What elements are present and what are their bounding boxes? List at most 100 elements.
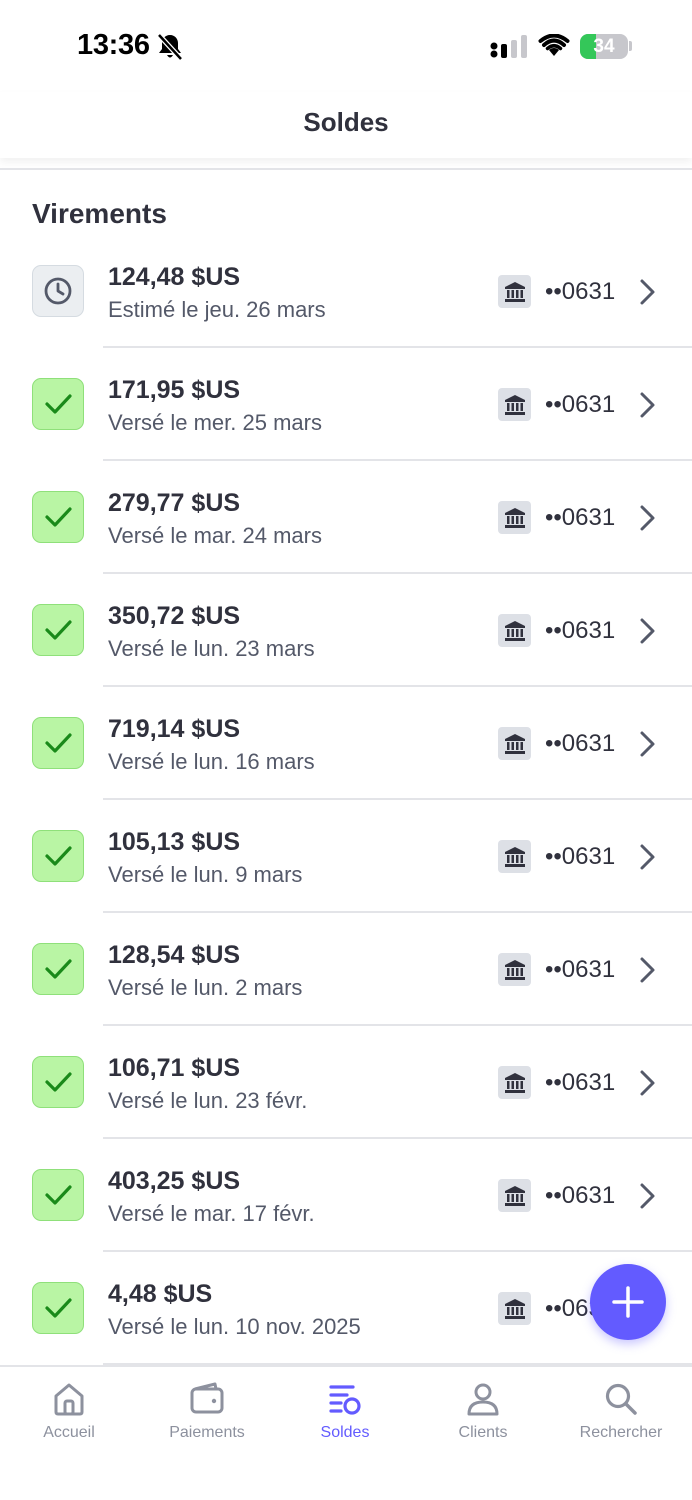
account-number: ••0631 [545, 730, 616, 757]
wallet-icon [190, 1382, 224, 1414]
payout-date: Versé le lun. 23 févr. [108, 1088, 308, 1113]
payout-row[interactable]: 105,13 $US Versé le lun. 9 mars ••0631 [0, 800, 692, 913]
payout-amount: 350,72 $US [108, 602, 241, 630]
chevron-right-icon [640, 392, 655, 418]
check-icon [45, 846, 72, 866]
tab-accueil[interactable]: Accueil [0, 1367, 138, 1457]
payout-date: Versé le mar. 24 mars [108, 523, 322, 548]
tab-paiements[interactable]: Paiements [138, 1367, 276, 1457]
chevron-right-icon [640, 505, 655, 531]
payout-amount: 4,48 $US [108, 1280, 213, 1308]
header-divider [0, 168, 692, 170]
payout-date: Versé le lun. 2 mars [108, 975, 303, 1000]
status-box [32, 717, 84, 769]
payout-date: Versé le lun. 23 mars [108, 636, 315, 661]
payout-amount: 403,25 $US [108, 1167, 241, 1195]
check-icon [45, 620, 72, 640]
chevron-right-icon [640, 731, 655, 757]
bank-icon [498, 614, 531, 647]
wifi-icon [538, 34, 570, 56]
payout-date: Versé le mer. 25 mars [108, 410, 322, 435]
tab-rechercher[interactable]: Rechercher [552, 1367, 690, 1457]
status-box [32, 943, 84, 995]
check-icon [45, 1185, 72, 1205]
payout-amount: 106,71 $US [108, 1054, 241, 1082]
chevron-right-icon [640, 1070, 655, 1096]
payout-row[interactable]: 719,14 $US Versé le lun. 16 mars ••0631 [0, 687, 692, 800]
payout-amount: 171,95 $US [108, 376, 241, 404]
check-icon [45, 507, 72, 527]
payout-amount: 279,77 $US [108, 489, 241, 517]
check-icon [45, 394, 72, 414]
chevron-right-icon [640, 1183, 655, 1209]
person-icon [467, 1383, 499, 1416]
bank-icon [498, 953, 531, 986]
page-title: Soldes [303, 106, 389, 137]
payout-row[interactable]: 171,95 $US Versé le mer. 25 mars ••0631 [0, 348, 692, 461]
status-box [32, 604, 84, 656]
payout-date: Versé le mar. 17 févr. [108, 1201, 315, 1226]
bank-icon [498, 388, 531, 421]
payout-amount: 124,48 $US [108, 263, 241, 291]
battery-cap [629, 41, 632, 51]
chevron-right-icon [640, 844, 655, 870]
chevron-right-icon [640, 957, 655, 983]
battery-percent: 34 [593, 35, 615, 57]
account-number: ••0631 [545, 617, 616, 644]
search-icon [605, 1383, 637, 1415]
tab-label-accueil: Accueil [43, 1424, 95, 1441]
account-number: ••0631 [545, 956, 616, 983]
clock-icon [44, 277, 72, 305]
plus-icon [612, 1286, 644, 1318]
payout-date: Estimé le jeu. 26 mars [108, 297, 326, 322]
bank-icon [498, 501, 531, 534]
bank-icon [498, 840, 531, 873]
account-number: ••0631 [545, 504, 616, 531]
payout-row[interactable]: 279,77 $US Versé le mar. 24 mars ••0631 [0, 461, 692, 574]
status-box [32, 1056, 84, 1108]
status-box [32, 830, 84, 882]
bank-icon [498, 1292, 531, 1325]
balances-icon [329, 1385, 361, 1415]
payout-row[interactable]: 4,48 $US Versé le lun. 10 nov. 2025 ••06… [0, 1252, 692, 1365]
payout-row[interactable]: 403,25 $US Versé le mar. 17 févr. ••0631 [0, 1139, 692, 1252]
status-box [32, 1169, 84, 1221]
account-number: ••0631 [545, 1069, 616, 1096]
payout-row[interactable]: 124,48 $US Estimé le jeu. 26 mars ••0631 [0, 235, 692, 348]
payout-list: 124,48 $US Estimé le jeu. 26 mars ••0631… [0, 235, 692, 1365]
bank-icon [498, 1066, 531, 1099]
account-number: ••0631 [545, 391, 616, 418]
payout-amount: 105,13 $US [108, 828, 241, 856]
status-box [32, 265, 84, 317]
tab-label-soldes: Soldes [320, 1424, 370, 1441]
payout-row[interactable]: 106,71 $US Versé le lun. 23 févr. ••0631 [0, 1026, 692, 1139]
payout-amount: 128,54 $US [108, 941, 241, 969]
check-icon [45, 959, 72, 979]
bell-off-icon [157, 33, 183, 61]
payout-date: Versé le lun. 9 mars [108, 862, 303, 887]
bank-icon [498, 727, 531, 760]
check-icon [45, 1072, 72, 1092]
payout-date: Versé le lun. 16 mars [108, 749, 315, 774]
payout-row[interactable]: 350,72 $US Versé le lun. 23 mars ••0631 [0, 574, 692, 687]
payout-date: Versé le lun. 10 nov. 2025 [108, 1314, 361, 1339]
bank-icon [498, 275, 531, 308]
home-icon [54, 1383, 84, 1416]
check-icon [45, 1298, 72, 1318]
check-icon [45, 733, 72, 753]
status-box [32, 491, 84, 543]
status-box [32, 378, 84, 430]
tab-label-clients: Clients [458, 1424, 508, 1441]
account-number: ••0631 [545, 278, 616, 305]
add-button[interactable] [590, 1264, 666, 1340]
account-number: ••0631 [545, 1182, 616, 1209]
tab-clients[interactable]: Clients [414, 1367, 552, 1457]
tab-soldes[interactable]: Soldes [276, 1367, 414, 1457]
status-time: 13:36 [77, 29, 150, 61]
signal-icon [490, 35, 527, 58]
payout-row[interactable]: 128,54 $US Versé le lun. 2 mars ••0631 [0, 913, 692, 1026]
status-box [32, 1282, 84, 1334]
status-bar: 13:36 34 [0, 0, 692, 92]
section-title-virements: Virements [32, 198, 167, 229]
account-number: ••0631 [545, 843, 616, 870]
